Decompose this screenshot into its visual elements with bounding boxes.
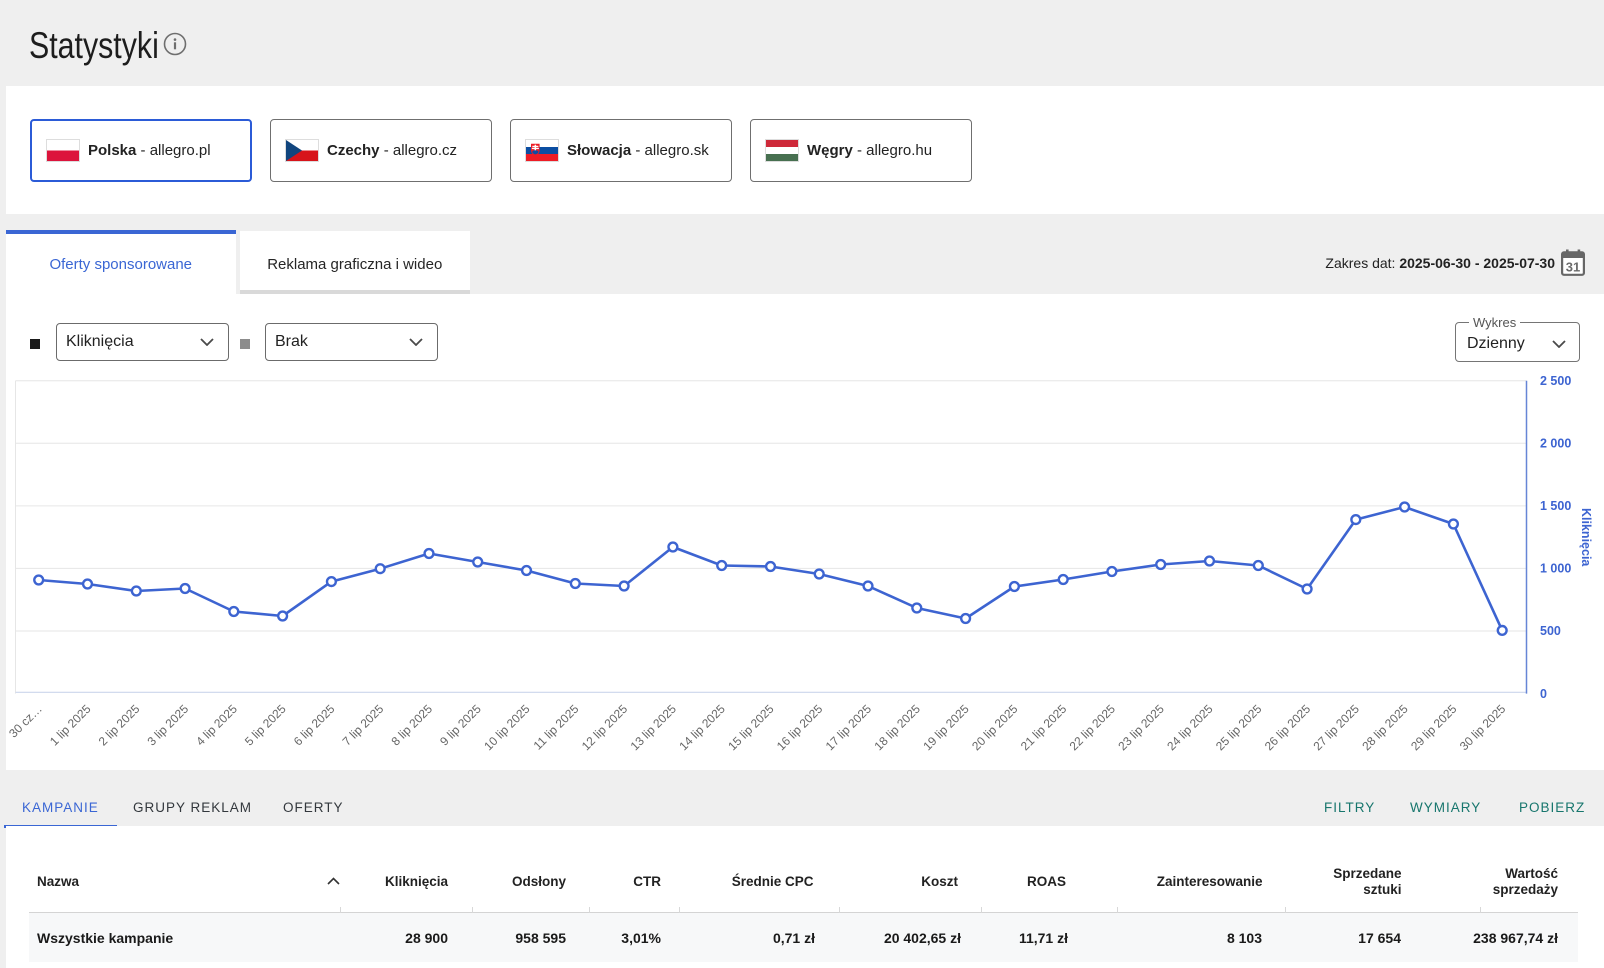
svg-text:14 lip 2025: 14 lip 2025 xyxy=(676,702,728,754)
svg-text:28 lip 2025: 28 lip 2025 xyxy=(1359,702,1411,754)
svg-text:6 lip 2025: 6 lip 2025 xyxy=(291,702,338,749)
svg-text:27 lip 2025: 27 lip 2025 xyxy=(1311,702,1363,754)
svg-text:30 cz…: 30 cz… xyxy=(6,702,45,741)
svg-text:17 lip 2025: 17 lip 2025 xyxy=(823,702,875,754)
svg-text:11 lip 2025: 11 lip 2025 xyxy=(531,702,582,753)
svg-text:1 500: 1 500 xyxy=(1540,499,1571,513)
svg-text:20 lip 2025: 20 lip 2025 xyxy=(969,702,1021,754)
svg-text:5 lip 2025: 5 lip 2025 xyxy=(242,702,289,749)
svg-text:9 lip 2025: 9 lip 2025 xyxy=(437,702,484,749)
svg-text:22 lip 2025: 22 lip 2025 xyxy=(1067,702,1119,754)
svg-text:15 lip 2025: 15 lip 2025 xyxy=(725,702,777,754)
svg-text:13 lip 2025: 13 lip 2025 xyxy=(628,702,680,754)
svg-text:26 lip 2025: 26 lip 2025 xyxy=(1262,702,1314,754)
svg-text:4 lip 2025: 4 lip 2025 xyxy=(193,702,240,749)
svg-text:1 000: 1 000 xyxy=(1540,562,1571,576)
svg-text:500: 500 xyxy=(1540,624,1561,638)
svg-text:10 lip 2025: 10 lip 2025 xyxy=(481,702,533,754)
svg-text:29 lip 2025: 29 lip 2025 xyxy=(1408,702,1460,754)
svg-text:16 lip 2025: 16 lip 2025 xyxy=(774,702,826,754)
svg-text:24 lip 2025: 24 lip 2025 xyxy=(1164,702,1216,754)
svg-text:0: 0 xyxy=(1540,687,1547,701)
svg-text:2 000: 2 000 xyxy=(1540,437,1571,451)
svg-text:21 lip 2025: 21 lip 2025 xyxy=(1018,702,1070,754)
svg-text:2 lip 2025: 2 lip 2025 xyxy=(96,702,143,749)
svg-text:31: 31 xyxy=(1566,260,1580,275)
svg-text:3 lip 2025: 3 lip 2025 xyxy=(145,702,192,749)
svg-text:7 lip 2025: 7 lip 2025 xyxy=(340,702,387,749)
svg-text:23 lip 2025: 23 lip 2025 xyxy=(1115,702,1167,754)
svg-text:25 lip 2025: 25 lip 2025 xyxy=(1213,702,1265,754)
svg-text:2 500: 2 500 xyxy=(1540,374,1571,388)
svg-text:30 lip 2025: 30 lip 2025 xyxy=(1457,702,1509,754)
svg-text:8 lip 2025: 8 lip 2025 xyxy=(388,702,435,749)
svg-text:1 lip 2025: 1 lip 2025 xyxy=(47,702,94,749)
svg-text:19 lip 2025: 19 lip 2025 xyxy=(920,702,972,754)
svg-text:12 lip 2025: 12 lip 2025 xyxy=(579,702,631,754)
svg-text:Kliknięcia: Kliknięcia xyxy=(1579,508,1593,567)
svg-text:18 lip 2025: 18 lip 2025 xyxy=(872,702,924,754)
